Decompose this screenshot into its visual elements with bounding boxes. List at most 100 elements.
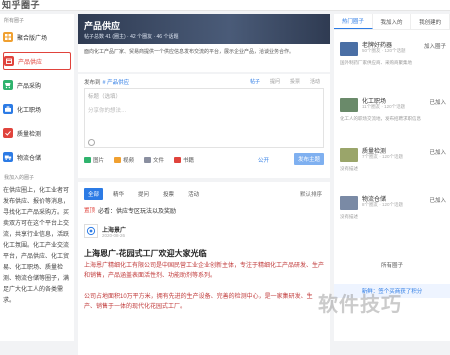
group-item[interactable]: 化工职场 11个圈友 · 120个话题 已加入 化工人的职场交流地，发布招聘求职… [340,96,448,136]
top-bar: 知乎圈子 [0,0,450,11]
group-item[interactable]: 老牌好药器 50个圈友 · 120个话题 加入圈子 国外制药厂家供应商、采购商聚… [340,40,448,80]
sidebar-item-supply[interactable]: 产品供应 [3,52,71,70]
post-body-continued: 公司占地面积10万平方米，拥有先进的生产设备、完善的检测中心，是一家集研发、生产… [84,294,313,310]
main-column: 产品供应 帖子总数 41 (圈主) · 42 个圈友 · 46 个话题 面向化工… [78,14,330,355]
group-meta: 50个圈友 · 120个话题 [362,48,406,53]
tab-post[interactable]: 帖子 [250,78,260,85]
briefcase-icon [3,104,13,114]
post-body: 上海恩广精细化工有限公司是中国民营工业企业创新主体，专注于精细化工产品研发、生产… [84,263,325,279]
sidebar-item-label: 产品供应 [18,59,43,66]
publish-toolbar: 图片 视频 文件 书籍 [84,156,194,164]
all-groups-link[interactable]: 所有圈子 [334,261,450,269]
pinned-badge: 置顶 [84,208,96,214]
join-group-button[interactable]: 加入圈子 [424,42,446,50]
image-tool[interactable]: 图片 [84,156,104,164]
tab-events[interactable]: 活动 [184,188,203,200]
tab-questions[interactable]: 提问 [134,188,153,200]
group-item[interactable]: 物流仓储 8个圈友 · 120个话题 已加入 没有描述 [340,194,448,234]
circle-banner: 产品供应 帖子总数 41 (圈主) · 42 个圈友 · 46 个话题 [78,14,330,44]
image-tool-label: 图片 [93,158,105,164]
sidebar-item-label: 物流仓储 [17,155,42,162]
group-description: 没有描述 [340,214,358,219]
sidebar-item-label: 化工职场 [17,107,42,114]
title-input[interactable]: 标题（选填） [88,92,121,100]
circle-stats: 帖子总数 41 (圈主) · 42 个圈友 · 46 个话题 [84,34,179,40]
tab-votes[interactable]: 投票 [159,188,178,200]
company-logo-icon [86,226,96,236]
site-logo[interactable]: 知乎圈子 [2,0,40,11]
book-icon [174,157,182,163]
joined-status[interactable]: 已加入 [429,98,446,106]
group-tabs: 热门圈子 我加入的 我创建的 [334,14,450,30]
sidebar-item-label: 产品采购 [17,83,42,90]
group-item[interactable]: 质量检测 7个圈友 · 120个话题 已加入 没有描述 [340,146,448,186]
group-meta: 7个圈友 · 120个话题 [362,154,404,159]
sidebar-item-quality[interactable]: 质量检测 [3,124,71,142]
book-tool-label: 书籍 [183,158,195,164]
grid-icon [3,32,13,42]
joined-status[interactable]: 已加入 [429,196,446,204]
sidebar-title: 所有圈子 [4,18,25,24]
visibility-toggle[interactable]: 公开 [258,156,269,164]
sidebar-item-career[interactable]: 化工职场 [3,100,71,118]
circle-intro-text: 面向化工产品厂家、贸易商提供一个供应信息发布交流的平台，展示企业产品，洽谈业务合… [84,49,295,55]
tab-event[interactable]: 活动 [310,78,320,85]
book-tool[interactable]: 书籍 [174,156,194,164]
video-tool[interactable]: 视频 [114,156,134,164]
image-icon [84,157,91,163]
content-input[interactable]: 分享你的想法… [88,106,127,114]
joined-status[interactable]: 已加入 [429,148,446,156]
tab-hot-groups[interactable]: 热门圈子 [334,14,373,29]
watermark: 软件技巧 [318,294,402,316]
post-time: 2020-08-26 [102,233,126,238]
truck-icon [3,152,13,162]
group-thumbnail [340,42,358,56]
avatar[interactable] [84,224,98,238]
feed-tabs: 全部 精华 提问 投票 活动 [84,188,203,200]
sidebar-item-label: 聚合版广场 [17,35,48,42]
sidebar-item-purchase[interactable]: 产品采购 [3,76,71,94]
circle-tag[interactable]: # 产品供应 [103,78,130,86]
tab-created-groups[interactable]: 我创建的 [411,14,450,29]
post-title[interactable]: 上海恩广-花园式工厂欢迎大家光临 [84,248,207,259]
file-icon [144,157,152,163]
tab-featured[interactable]: 精华 [109,188,128,200]
group-meta: 11个圈友 · 120个话题 [362,104,406,109]
sidebar-description: 在供应圈上，化工业者可发布供应、报价等消息，寻找化工产品采购方。买卖双方可在这个… [3,188,70,304]
video-tool-label: 视频 [123,158,135,164]
cart-icon [3,80,13,90]
tab-vote[interactable]: 投票 [290,78,300,85]
group-thumbnail [340,196,358,210]
group-description: 化工人的职场交流地，发布招聘求职信息 [340,116,421,121]
publish-card: 发布到 # 产品供应 帖子 提问 投票 活动 标题（选填） 分享你的想法… 图片… [78,74,330,178]
publish-type-tabs: 帖子 提问 投票 活动 [250,78,320,85]
sidebar-subtitle: 我加入的圈子 [4,175,35,181]
publish-to-label: 发布到 [84,80,101,86]
circle-title: 产品供应 [84,21,121,31]
group-meta: 8个圈友 · 120个话题 [362,202,404,207]
pinned-notice[interactable]: 置顶 必看：供应专区玩法以及奖励 [84,204,324,216]
publish-button[interactable]: 发布主题 [294,153,324,165]
sort-dropdown[interactable]: 默认排序 [300,190,322,198]
left-sidebar: 所有圈子 聚合版广场 产品供应 产品采购 化工职场 质量检测 物流仓储 我加入的… [0,14,74,341]
tab-all[interactable]: 全部 [84,188,104,200]
group-description: 国外制药厂家供应商、采购商聚集地 [340,60,412,65]
sidebar-item-label: 质量检测 [17,131,42,138]
box-icon [4,56,14,66]
circle-intro-card: 面向化工产品厂家、贸易商提供一个供应信息发布交流的平台，展示企业产品，洽谈业务合… [78,44,330,72]
pinned-notice-text: 必看：供应专区玩法以及奖励 [98,208,177,215]
sidebar-item-logistics[interactable]: 物流仓储 [3,148,71,166]
file-tool-label: 文件 [153,158,165,164]
check-icon [3,128,13,138]
group-description: 没有描述 [340,166,358,171]
feed-card: 全部 精华 提问 投票 活动 默认排序 置顶 必看：供应专区玩法以及奖励 上海景… [78,182,330,355]
tab-joined-groups[interactable]: 我加入的 [373,14,412,29]
group-thumbnail [340,148,358,162]
sidebar-item-plaza[interactable]: 聚合版广场 [3,28,71,46]
publish-editor[interactable]: 标题（选填） 分享你的想法… [84,88,324,148]
file-tool[interactable]: 文件 [144,156,164,164]
emoji-icon[interactable] [88,139,95,146]
tab-question[interactable]: 提问 [270,78,280,85]
video-icon [114,157,122,163]
group-thumbnail [340,98,358,112]
